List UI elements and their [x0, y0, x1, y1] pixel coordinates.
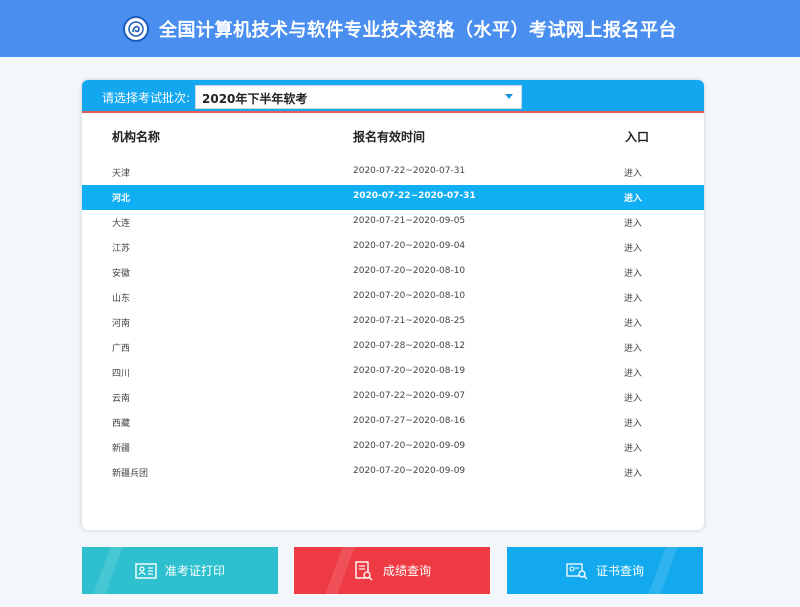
page-title: 全国计算机技术与软件专业技术资格（水平）考试网上报名平台 — [159, 19, 677, 41]
institution-name: 天津 — [112, 169, 131, 179]
score-query-label: 成绩查询 — [382, 564, 431, 578]
institution-name: 云南 — [112, 394, 131, 404]
id-card-icon — [135, 561, 157, 581]
institution-name: 河南 — [112, 319, 131, 329]
institution-name: 河北 — [112, 194, 131, 204]
table-row[interactable]: 新疆 2020-07-20~2020-09-09 进入 — [82, 435, 704, 460]
chevron-down-icon[interactable] — [505, 94, 513, 99]
entry-link[interactable]: 进入 — [624, 166, 642, 179]
entry-link[interactable]: 进入 — [624, 466, 642, 479]
table-row[interactable]: 广西 2020-07-28~2020-08-12 进入 — [82, 335, 704, 360]
registration-period: 2020-07-20~2020-09-04 — [353, 241, 466, 251]
institution-name: 安徽 — [112, 269, 131, 279]
table-row[interactable]: 河南 2020-07-21~2020-08-25 进入 — [82, 310, 704, 335]
registration-card: 请选择考试批次: 2020年下半年软考 机构名称 报名有效时间 入口 天津 202… — [82, 80, 704, 530]
institution-name: 江苏 — [112, 244, 131, 254]
entry-link[interactable]: 进入 — [624, 416, 642, 429]
certificate-query-button[interactable]: 证书查询 — [507, 547, 703, 594]
button-decoration — [93, 547, 123, 594]
registration-period: 2020-07-28~2020-08-12 — [353, 341, 466, 351]
table-row[interactable]: 大连 2020-07-21~2020-09-05 进入 — [82, 210, 704, 235]
document-search-icon — [353, 560, 375, 581]
table-row[interactable]: 天津 2020-07-22~2020-07-31 进入 — [82, 160, 704, 185]
entry-link[interactable]: 进入 — [624, 391, 642, 404]
entry-link[interactable]: 进入 — [624, 366, 642, 379]
registration-period: 2020-07-22~2020-09-07 — [353, 391, 466, 401]
certificate-query-label: 证书查询 — [595, 564, 644, 578]
entry-link[interactable]: 进入 — [624, 316, 642, 329]
admission-ticket-print-label: 准考证打印 — [164, 564, 225, 578]
institution-name: 西藏 — [112, 419, 131, 429]
registration-period: 2020-07-20~2020-08-19 — [353, 366, 466, 376]
institution-name: 四川 — [112, 369, 131, 379]
entry-link[interactable]: 进入 — [624, 216, 642, 229]
column-header-entry: 入口 — [625, 130, 650, 144]
table-row[interactable]: 江苏 2020-07-20~2020-09-04 进入 — [82, 235, 704, 260]
registration-period: 2020-07-21~2020-08-25 — [353, 316, 466, 326]
registration-period: 2020-07-20~2020-08-10 — [353, 291, 466, 301]
entry-link[interactable]: 进入 — [624, 241, 642, 254]
certificate-search-icon — [566, 561, 588, 581]
institution-list: 天津 2020-07-22~2020-07-31 进入 河北 2020-07-22~20… — [82, 160, 704, 485]
table-row[interactable]: 四川 2020-07-20~2020-08-19 进入 — [82, 360, 704, 385]
entry-link[interactable]: 进入 — [624, 191, 642, 204]
batch-selector-bar: 请选择考试批次: 2020年下半年软考 — [82, 80, 704, 113]
column-header-period: 报名有效时间 — [353, 130, 426, 144]
batch-select[interactable]: 2020年下半年软考 — [195, 85, 522, 109]
batch-select-value: 2020年下半年软考 — [202, 92, 308, 106]
entry-link[interactable]: 进入 — [624, 441, 642, 454]
registration-period: 2020-07-20~2020-08-10 — [353, 266, 466, 276]
registration-period: 2020-07-20~2020-09-09 — [353, 441, 466, 451]
admission-ticket-print-button[interactable]: 准考证打印 — [82, 547, 278, 594]
entry-link[interactable]: 进入 — [624, 266, 642, 279]
institution-name: 新疆 — [112, 444, 131, 454]
institution-name: 大连 — [112, 219, 131, 229]
registration-period: 2020-07-27~2020-08-16 — [353, 416, 466, 426]
table-row[interactable]: 安徽 2020-07-20~2020-08-10 进入 — [82, 260, 704, 285]
entry-link[interactable]: 进入 — [624, 341, 642, 354]
institution-name: 山东 — [112, 294, 131, 304]
table-row[interactable]: 山东 2020-07-20~2020-08-10 进入 — [82, 285, 704, 310]
header-bar: 全国计算机技术与软件专业技术资格（水平）考试网上报名平台 — [0, 0, 800, 57]
batch-label: 请选择考试批次: — [102, 91, 191, 105]
table-row[interactable]: 云南 2020-07-22~2020-09-07 进入 — [82, 385, 704, 410]
table-header: 机构名称 报名有效时间 入口 — [82, 128, 704, 148]
button-decoration — [325, 547, 355, 594]
institution-name: 广西 — [112, 344, 131, 354]
registration-period: 2020-07-21~2020-09-05 — [353, 216, 466, 226]
score-query-button[interactable]: 成绩查询 — [294, 547, 490, 594]
table-row[interactable]: 西藏 2020-07-27~2020-08-16 进入 — [82, 410, 704, 435]
registration-period: 2020-07-20~2020-09-09 — [353, 466, 466, 476]
column-header-institution: 机构名称 — [112, 130, 161, 144]
logo-icon — [123, 15, 149, 42]
institution-name: 新疆兵团 — [112, 469, 149, 479]
table-row[interactable]: 新疆兵团 2020-07-20~2020-09-09 进入 — [82, 460, 704, 485]
button-decoration — [648, 547, 678, 594]
entry-link[interactable]: 进入 — [624, 291, 642, 304]
table-row[interactable]: 河北 2020-07-22~2020-07-31 进入 — [82, 185, 704, 210]
registration-period: 2020-07-22~2020-07-31 — [353, 166, 466, 176]
registration-period: 2020-07-22~2020-07-31 — [353, 191, 476, 201]
